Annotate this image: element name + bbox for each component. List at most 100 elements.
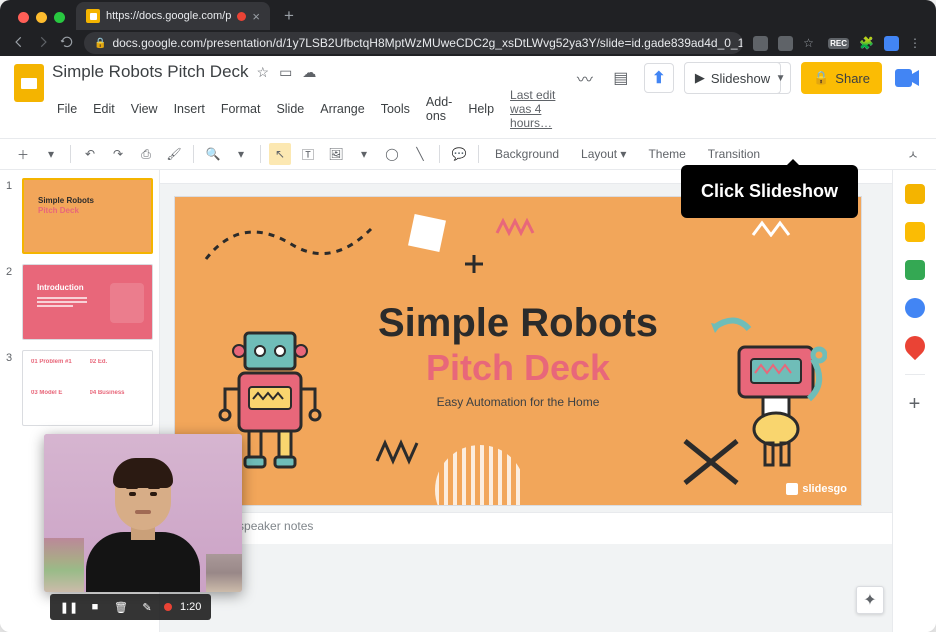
print-button[interactable]: ⎙ — [135, 143, 157, 165]
robot-illustration-icon — [707, 317, 827, 487]
close-window-icon[interactable] — [18, 12, 29, 23]
chevron-down-icon[interactable]: ▾ — [40, 143, 62, 165]
camera-extension-icon[interactable] — [884, 36, 899, 51]
menu-addons[interactable]: Add-ons — [421, 93, 457, 125]
last-edit-link[interactable]: Last edit was 4 hours… — [505, 86, 564, 132]
chevron-down-icon[interactable]: ▾ — [353, 143, 375, 165]
tab-close-icon[interactable]: × — [252, 9, 260, 24]
maps-icon[interactable] — [900, 332, 928, 360]
keep-icon[interactable] — [905, 222, 925, 242]
move-icon[interactable]: ▭ — [279, 64, 292, 81]
thumb-number: 3 — [6, 350, 16, 426]
lock-icon: 🔒 — [94, 38, 106, 49]
canvas-area: Simple Robots Pitch Deck Easy Automation… — [160, 170, 892, 632]
explore-button[interactable]: ✦ — [856, 586, 884, 614]
ext-icon[interactable] — [753, 36, 768, 51]
slides-favicon-icon — [86, 9, 100, 23]
reload-icon[interactable] — [60, 35, 74, 52]
delete-button[interactable]: 🗑 — [112, 599, 130, 615]
contacts-icon[interactable] — [905, 298, 925, 318]
thumb-number: 1 — [6, 178, 16, 254]
slideshow-dropdown[interactable]: ▼ — [771, 62, 791, 94]
browser-chrome: https://docs.google.com/p × + 🔒 docs.goo… — [0, 0, 936, 56]
nav-back-icon[interactable] — [12, 35, 26, 52]
comment-tool[interactable]: 💬 — [448, 143, 470, 165]
textbox-tool[interactable]: 🅃 — [297, 143, 319, 165]
tutorial-callout: Click Slideshow — [681, 165, 858, 218]
fullscreen-window-icon[interactable] — [54, 12, 65, 23]
menu-arrange[interactable]: Arrange — [315, 100, 369, 118]
lock-icon: 🔒 — [813, 70, 829, 86]
undo-button[interactable]: ↶ — [79, 143, 101, 165]
calendar-icon[interactable] — [905, 184, 925, 204]
extension-icons: ☆ REC 🧩 ⋮ — [753, 36, 924, 51]
star-icon[interactable]: ☆ — [803, 36, 818, 51]
recording-dot-icon — [164, 603, 172, 611]
menu-slide[interactable]: Slide — [271, 100, 309, 118]
layout-button[interactable]: Layout ▾ — [573, 147, 634, 161]
slides-logo-icon[interactable] — [14, 64, 44, 102]
chrome-menu-icon[interactable]: ⋮ — [909, 36, 924, 51]
new-tab-button[interactable]: + — [278, 6, 300, 30]
hide-menus-icon[interactable]: ㅅ — [902, 143, 924, 165]
present-icon: ▶ — [695, 70, 705, 86]
paint-format-button[interactable]: 🖌 — [163, 143, 185, 165]
thumb-number: 2 — [6, 264, 16, 340]
redo-button[interactable]: ↷ — [107, 143, 129, 165]
share-button[interactable]: 🔒 Share — [801, 62, 882, 94]
zoom-button[interactable]: 🔍 — [202, 143, 224, 165]
nav-forward-icon — [36, 35, 50, 52]
comments-icon[interactable]: ▤ — [608, 65, 634, 91]
menu-bar: File Edit View Insert Format Slide Arran… — [52, 82, 564, 138]
address-bar[interactable]: 🔒 docs.google.com/presentation/d/1y7LSB2… — [84, 32, 743, 54]
menu-tools[interactable]: Tools — [376, 100, 415, 118]
pause-button[interactable]: ❚❚ — [60, 599, 78, 615]
document-title[interactable]: Simple Robots Pitch Deck — [52, 62, 249, 82]
ext-icon[interactable] — [778, 36, 793, 51]
menu-help[interactable]: Help — [463, 100, 499, 118]
slideshow-label: Slideshow — [711, 71, 770, 86]
slide-thumbnail-3[interactable]: 01 Problem #1 02 Ed. 03 Model E 04 Busin… — [22, 350, 153, 426]
stop-button[interactable]: ■ — [86, 599, 104, 615]
image-tool[interactable]: 🖼 — [325, 143, 347, 165]
window-controls[interactable] — [14, 10, 65, 23]
brand-watermark: slidesgo — [786, 483, 847, 495]
side-panel: + — [892, 170, 936, 632]
url-text: docs.google.com/presentation/d/1y7LSB2Uf… — [112, 36, 743, 50]
star-icon[interactable]: ☆ — [257, 64, 270, 81]
new-slide-button[interactable]: ＋ — [12, 143, 34, 165]
menu-file[interactable]: File — [52, 100, 82, 118]
theme-button[interactable]: Theme — [640, 147, 693, 161]
menu-edit[interactable]: Edit — [88, 100, 120, 118]
add-addon-icon[interactable]: + — [909, 393, 921, 416]
minimize-window-icon[interactable] — [36, 12, 47, 23]
slide-canvas[interactable]: Simple Robots Pitch Deck Easy Automation… — [174, 196, 862, 506]
webcam-overlay[interactable] — [44, 434, 242, 592]
tasks-icon[interactable] — [905, 260, 925, 280]
chevron-down-icon[interactable]: ▾ — [230, 143, 252, 165]
browser-tab[interactable]: https://docs.google.com/p × — [76, 2, 270, 30]
recording-indicator-icon — [237, 12, 246, 21]
menu-view[interactable]: View — [126, 100, 163, 118]
recording-time: 1:20 — [180, 601, 201, 613]
background-button[interactable]: Background — [487, 147, 567, 161]
trend-icon[interactable]: 〰 — [572, 65, 598, 91]
menu-insert[interactable]: Insert — [169, 100, 210, 118]
recorder-controls: ❚❚ ■ 🗑 ✎ 1:20 — [50, 594, 211, 620]
speaker-notes[interactable]: Click to add speaker notes — [160, 512, 892, 544]
slideshow-button[interactable]: ▶ Slideshow — [684, 62, 781, 94]
transition-button[interactable]: Transition — [700, 147, 768, 161]
menu-format[interactable]: Format — [216, 100, 266, 118]
shape-tool[interactable]: ◯ — [381, 143, 403, 165]
rec-extension-icon[interactable]: REC — [828, 38, 849, 49]
draw-button[interactable]: ✎ — [138, 599, 156, 615]
select-tool[interactable]: ↖ — [269, 143, 291, 165]
present-to-meeting-button[interactable]: ⬆ — [644, 63, 674, 93]
extensions-icon[interactable]: 🧩 — [859, 36, 874, 51]
slide-thumbnail-2[interactable]: Introduction — [22, 264, 153, 340]
meet-camera-icon[interactable] — [892, 63, 922, 93]
app-header: Simple Robots Pitch Deck ☆ ▭ ☁ File Edit… — [0, 56, 936, 138]
line-tool[interactable]: ╲ — [409, 143, 431, 165]
cloud-status-icon[interactable]: ☁ — [302, 64, 316, 81]
slide-thumbnail-1[interactable]: Simple Robots Pitch Deck — [22, 178, 153, 254]
